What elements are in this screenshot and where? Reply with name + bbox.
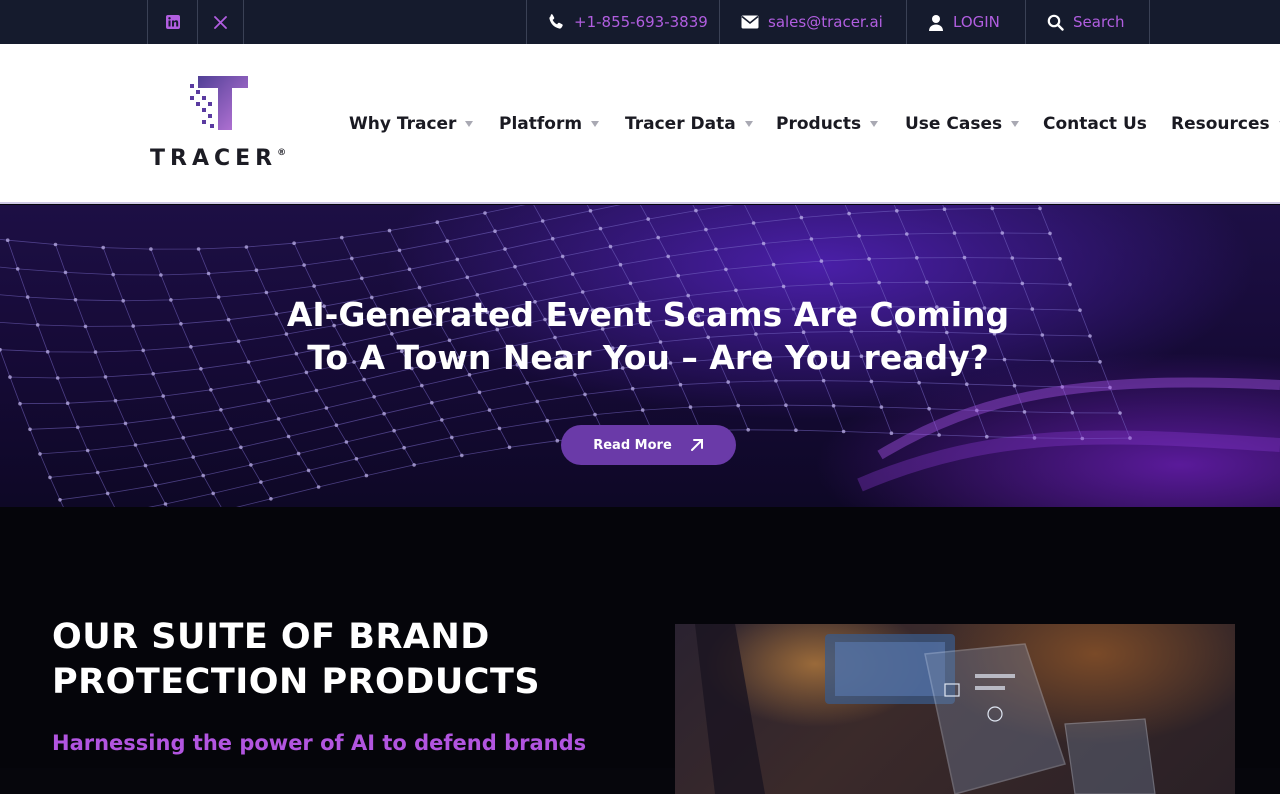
email-address: sales@tracer.ai — [768, 13, 883, 31]
arrow-up-right-icon — [690, 438, 704, 452]
search-link[interactable]: Search — [1025, 0, 1150, 44]
search-icon — [1047, 14, 1064, 31]
login-label: LOGIN — [953, 13, 1000, 31]
products-subtitle: Harnessing the power of AI to defend bra… — [52, 731, 587, 755]
nav-contact-us[interactable]: Contact Us — [1043, 112, 1147, 136]
site-header: TRACER® Why Tracer Platform Tracer Data … — [0, 44, 1280, 204]
dropdown-caret-icon — [870, 121, 879, 127]
email-link[interactable]: sales@tracer.ai — [719, 0, 906, 44]
hero-title-line2: To A Town Near You – Are You ready? — [307, 338, 989, 377]
read-more-button[interactable]: Read More — [561, 425, 736, 465]
top-utility-bar: +1-855-693-3839 sales@tracer.ai LOGIN Se… — [0, 0, 1280, 44]
products-heading-line2: PROTECTION PRODUCTS — [52, 662, 541, 702]
x-twitter-link[interactable] — [197, 0, 244, 44]
nav-label: Why Tracer — [349, 114, 457, 134]
hero-banner: AI-Generated Event Scams Are Coming To A… — [0, 205, 1280, 507]
hero-title: AI-Generated Event Scams Are Coming To A… — [200, 293, 1096, 379]
nav-platform[interactable]: Platform — [499, 112, 600, 136]
nav-why-tracer[interactable]: Why Tracer — [349, 112, 474, 136]
x-twitter-icon — [214, 15, 227, 29]
phone-link[interactable]: +1-855-693-3839 — [526, 0, 720, 44]
dropdown-caret-icon — [1011, 121, 1020, 127]
tracer-logo[interactable]: TRACER® — [150, 74, 302, 174]
tracer-wordmark: TRACER® — [150, 146, 287, 171]
nav-label: Tracer Data — [625, 114, 736, 134]
linkedin-icon — [165, 15, 180, 29]
phone-icon — [547, 13, 565, 31]
login-link[interactable]: LOGIN — [906, 0, 1026, 44]
phone-number: +1-855-693-3839 — [574, 13, 708, 31]
nav-label: Platform — [499, 114, 583, 134]
nav-tracer-data[interactable]: Tracer Data — [625, 112, 753, 136]
envelope-icon — [741, 15, 759, 29]
dropdown-caret-icon — [744, 121, 753, 127]
read-more-label: Read More — [593, 437, 672, 453]
nav-label: Use Cases — [905, 114, 1003, 134]
products-hero-image — [675, 624, 1235, 794]
products-heading-line1: OUR SUITE OF BRAND — [52, 617, 490, 657]
hero-title-line1: AI-Generated Event Scams Are Coming — [286, 295, 1010, 334]
dropdown-caret-icon — [591, 121, 600, 127]
search-label: Search — [1073, 13, 1125, 31]
nav-label: Contact Us — [1043, 114, 1147, 134]
nav-label: Resources — [1171, 114, 1270, 134]
nav-resources[interactable]: Resources — [1171, 112, 1280, 136]
linkedin-link[interactable] — [147, 0, 197, 44]
products-heading: OUR SUITE OF BRAND PROTECTION PRODUCTS — [52, 615, 612, 705]
dropdown-caret-icon — [465, 121, 474, 127]
tracer-logo-mark-icon — [190, 76, 248, 130]
nav-products[interactable]: Products — [776, 112, 879, 136]
nav-use-cases[interactable]: Use Cases — [905, 112, 1020, 136]
products-section: OUR SUITE OF BRAND PROTECTION PRODUCTS H… — [0, 507, 1280, 794]
nav-label: Products — [776, 114, 862, 134]
user-icon — [928, 14, 944, 31]
